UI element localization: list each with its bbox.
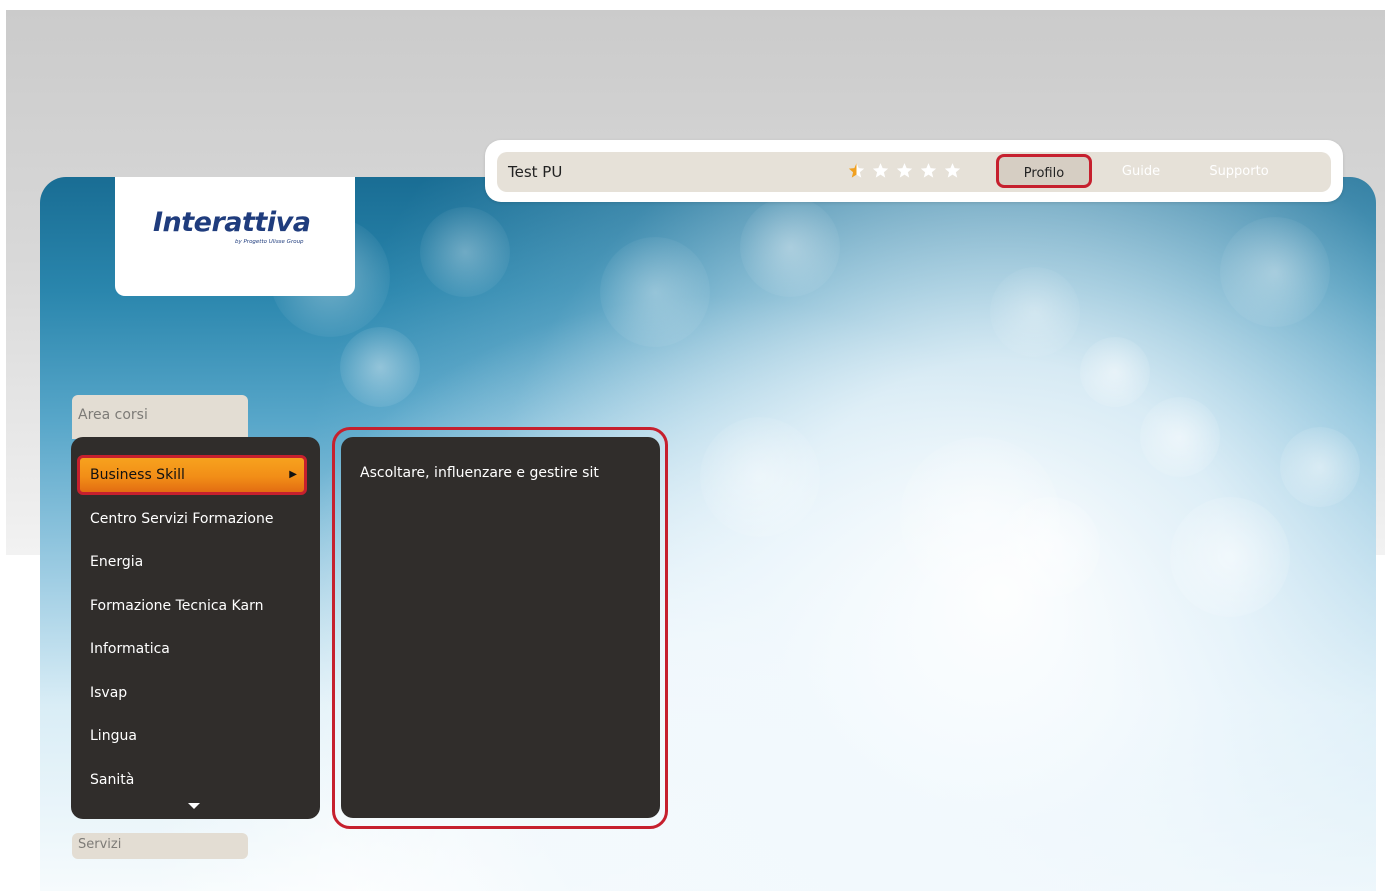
support-link[interactable]: Supporto: [1197, 152, 1281, 192]
menu-item-energia[interactable]: Energia: [90, 542, 298, 582]
top-navbar: Test PU Profilo Guide Supporto: [497, 152, 1331, 192]
rating-stars: [848, 162, 961, 179]
star-icon-half: [848, 163, 865, 178]
guides-link[interactable]: Guide: [1109, 152, 1173, 192]
menu-item-formazione-tecnica[interactable]: Formazione Tecnica Karn: [90, 586, 298, 626]
menu-item-sanita[interactable]: Sanità: [90, 760, 298, 800]
menu-item-informatica[interactable]: Informatica: [90, 629, 298, 669]
menu-item-business-skill[interactable]: Business Skill ▶: [77, 455, 307, 495]
tab-servizi[interactable]: Servizi: [72, 833, 248, 859]
star-icon: [944, 163, 961, 178]
submenu-item[interactable]: Ascoltare, influenzare e gestire sit: [360, 465, 650, 481]
tab-area-corsi[interactable]: Area corsi: [72, 395, 248, 439]
menu-item-label: Business Skill: [90, 467, 185, 483]
logo-tagline: by Progetto Ulisse Group: [235, 239, 304, 245]
user-name: Test PU: [508, 163, 563, 181]
profile-button[interactable]: Profilo: [996, 154, 1092, 188]
logo-box[interactable]: Interattiva by Progetto Ulisse Group: [115, 177, 355, 296]
star-icon: [920, 163, 937, 178]
chevron-right-icon: ▶: [289, 469, 297, 480]
submenu-panel: Ascoltare, influenzare e gestire sit: [341, 437, 660, 818]
star-icon: [896, 163, 913, 178]
star-icon: [872, 163, 889, 178]
menu-item-lingua[interactable]: Lingua: [90, 716, 298, 756]
menu-item-isvap[interactable]: Isvap: [90, 673, 298, 713]
menu-item-centro-servizi-formazione[interactable]: Centro Servizi Formazione: [90, 499, 298, 539]
scroll-down-icon[interactable]: [188, 803, 200, 809]
tab-servizi-label: Servizi: [78, 837, 122, 852]
category-menu: Business Skill ▶ Centro Servizi Formazio…: [71, 437, 320, 819]
logo-brand: Interattiva: [153, 207, 311, 238]
tab-area-corsi-label: Area corsi: [78, 407, 148, 423]
